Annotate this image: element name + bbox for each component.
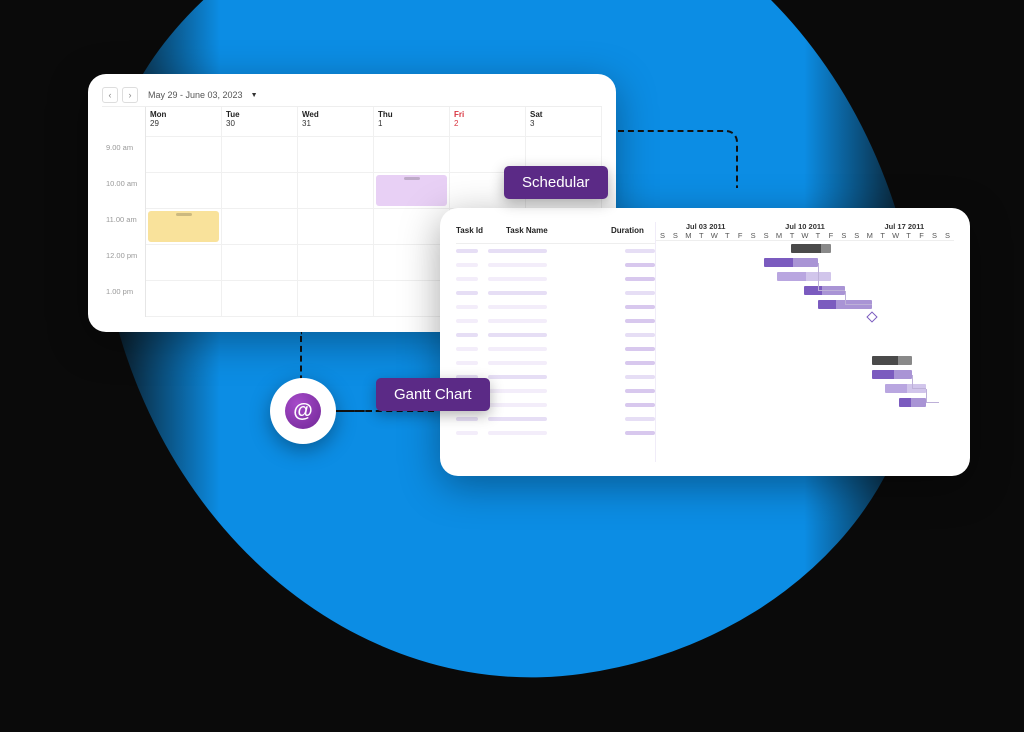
connector-line	[618, 130, 738, 188]
gantt-day-header: T	[786, 231, 799, 240]
col-task-id[interactable]: Task Id	[456, 226, 496, 235]
scheduler-toolbar: ‹ › May 29 - June 03, 2023 ▼	[102, 84, 602, 106]
grid-cell[interactable]	[298, 137, 374, 173]
dependency-line	[912, 375, 925, 389]
gantt-day-header: M	[863, 231, 876, 240]
gantt-week-header: Jul 17 2011	[855, 222, 954, 231]
gantt-day-header: W	[708, 231, 721, 240]
grid-cell[interactable]	[146, 209, 222, 245]
milestone-icon[interactable]	[866, 311, 877, 322]
flame-at-icon	[285, 393, 321, 429]
chevron-down-icon[interactable]: ▼	[251, 92, 258, 99]
grid-cell[interactable]	[146, 245, 222, 281]
grid-cell[interactable]	[374, 137, 450, 173]
gantt-day-header: S	[669, 231, 682, 240]
dependency-line	[845, 291, 872, 305]
gantt-day-header: F	[824, 231, 837, 240]
gantt-task-row[interactable]	[456, 244, 655, 258]
gantt-task-row[interactable]	[456, 412, 655, 426]
gantt-columns-header: Task Id Task Name Duration	[456, 222, 655, 244]
gantt-bar[interactable]	[899, 398, 926, 407]
blazor-logo	[270, 378, 336, 444]
day-header: Mon29	[146, 107, 222, 137]
gantt-day-header: M	[682, 231, 695, 240]
col-task-name[interactable]: Task Name	[506, 226, 601, 235]
time-label: 9.00 am	[102, 137, 146, 173]
gantt-task-row[interactable]	[456, 328, 655, 342]
gantt-panel: Task Id Task Name Duration Jul 03 2011Ju…	[440, 208, 970, 476]
time-label: 11.00 am	[102, 209, 146, 245]
col-duration[interactable]: Duration	[611, 226, 655, 235]
next-button[interactable]: ›	[122, 87, 138, 103]
grid-cell[interactable]	[374, 209, 450, 245]
day-header: Tue30	[222, 107, 298, 137]
gantt-day-header: S	[928, 231, 941, 240]
dependency-line	[818, 263, 845, 291]
day-header: Wed31	[298, 107, 374, 137]
prev-button[interactable]: ‹	[102, 87, 118, 103]
grid-cell[interactable]	[374, 245, 450, 281]
grid-cell[interactable]	[222, 137, 298, 173]
event-block[interactable]	[376, 175, 447, 206]
grid-cell[interactable]	[222, 245, 298, 281]
grid-corner	[102, 107, 146, 137]
date-range-label[interactable]: May 29 - June 03, 2023	[148, 90, 243, 100]
grid-cell[interactable]	[222, 173, 298, 209]
gantt-week-header: Jul 03 2011	[656, 222, 755, 231]
gantt-day-header: F	[734, 231, 747, 240]
event-block[interactable]	[148, 211, 219, 242]
gantt-day-header: T	[695, 231, 708, 240]
gantt-day-header: F	[915, 231, 928, 240]
gantt-bar[interactable]	[872, 370, 912, 379]
gantt-day-header: S	[656, 231, 669, 240]
grid-cell[interactable]	[298, 209, 374, 245]
gantt-day-header: M	[773, 231, 786, 240]
grid-cell[interactable]	[374, 281, 450, 317]
gantt-day-header: S	[760, 231, 773, 240]
gantt-bar[interactable]	[764, 258, 818, 267]
gantt-task-row[interactable]	[456, 272, 655, 286]
grid-cell[interactable]	[298, 281, 374, 317]
grid-cell[interactable]	[146, 173, 222, 209]
day-header: Thu1	[374, 107, 450, 137]
gantt-label-tag: Gantt Chart	[376, 378, 490, 411]
dependency-line	[926, 389, 939, 403]
day-header: Fri2	[450, 107, 526, 137]
gantt-bar[interactable]	[872, 356, 912, 365]
grid-cell[interactable]	[146, 137, 222, 173]
gantt-bar[interactable]	[791, 244, 831, 253]
gantt-day-header: T	[902, 231, 915, 240]
gantt-day-header: W	[889, 231, 902, 240]
gantt-day-header: S	[941, 231, 954, 240]
gantt-day-header: S	[850, 231, 863, 240]
gantt-task-row[interactable]	[456, 300, 655, 314]
grid-cell[interactable]	[222, 281, 298, 317]
time-label: 12.00 pm	[102, 245, 146, 281]
time-label: 10.00 am	[102, 173, 146, 209]
grid-cell[interactable]	[298, 245, 374, 281]
gantt-week-header: Jul 10 2011	[755, 222, 854, 231]
gantt-day-header: W	[798, 231, 811, 240]
grid-cell[interactable]	[146, 281, 222, 317]
gantt-day-header: S	[837, 231, 850, 240]
gantt-day-header: T	[876, 231, 889, 240]
gantt-task-row[interactable]	[456, 258, 655, 272]
scheduler-label-tag: Schedular	[504, 166, 608, 199]
gantt-task-row[interactable]	[456, 314, 655, 328]
gantt-task-row[interactable]	[456, 342, 655, 356]
gantt-task-row[interactable]	[456, 286, 655, 300]
gantt-task-list: Task Id Task Name Duration	[456, 222, 656, 462]
time-label: 1.00 pm	[102, 281, 146, 317]
gantt-day-header: T	[721, 231, 734, 240]
gantt-task-row[interactable]	[456, 426, 655, 440]
grid-cell[interactable]	[222, 209, 298, 245]
gantt-day-header: S	[747, 231, 760, 240]
gantt-timeline: Jul 03 2011Jul 10 2011Jul 17 2011 SSMTWT…	[656, 222, 954, 462]
grid-cell[interactable]	[298, 173, 374, 209]
gantt-task-row[interactable]	[456, 356, 655, 370]
grid-cell[interactable]	[374, 173, 450, 209]
day-header: Sat3	[526, 107, 602, 137]
gantt-day-header: T	[811, 231, 824, 240]
